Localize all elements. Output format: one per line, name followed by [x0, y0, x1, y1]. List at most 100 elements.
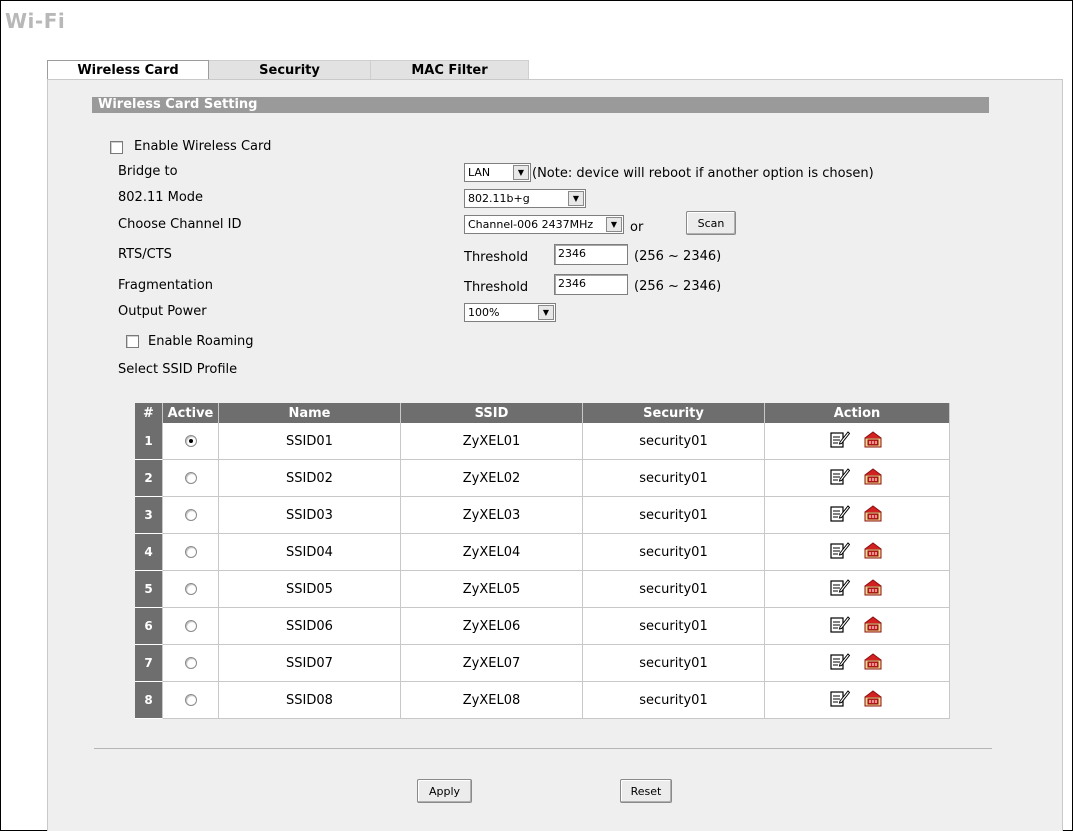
col-active-header: Active	[163, 403, 219, 423]
reset-button[interactable]: Reset	[620, 779, 672, 803]
table-row: 5 SSID05 ZyXEL05 security01	[135, 571, 950, 608]
apply-button[interactable]: Apply	[417, 779, 472, 803]
table-row: 1 SSID01 ZyXEL01 security01	[135, 423, 950, 460]
delete-icon[interactable]	[862, 652, 884, 674]
chevron-down-icon: ▼	[538, 305, 554, 320]
active-radio[interactable]	[184, 546, 197, 558]
frag-threshold-label: Threshold	[464, 280, 529, 295]
row-name: SSID06	[219, 608, 401, 645]
bridge-to-value: LAN	[468, 166, 491, 179]
edit-icon[interactable]	[830, 615, 851, 637]
row-number: 3	[135, 497, 163, 534]
row-number: 5	[135, 571, 163, 608]
row-ssid: ZyXEL01	[401, 423, 583, 460]
divider	[94, 748, 992, 749]
active-radio[interactable]	[184, 583, 197, 595]
frag-range: (256 ~ 2346)	[634, 279, 722, 294]
bridge-to-select[interactable]: LAN ▼	[464, 163, 531, 182]
output-power-select[interactable]: 100% ▼	[464, 303, 556, 322]
row-ssid: ZyXEL05	[401, 571, 583, 608]
enable-roaming-checkbox[interactable]	[126, 335, 139, 348]
edit-icon[interactable]	[830, 504, 851, 526]
col-num-header: #	[135, 403, 163, 423]
row-active-cell	[163, 608, 219, 645]
edit-icon[interactable]	[830, 652, 851, 674]
edit-icon[interactable]	[830, 578, 851, 600]
row-name: SSID03	[219, 497, 401, 534]
tab-bar: Wireless Card Security MAC Filter	[47, 60, 529, 80]
row-number: 2	[135, 460, 163, 497]
output-power-value: 100%	[468, 306, 500, 319]
channel-select[interactable]: Channel-006 2437MHz ▼	[464, 215, 624, 234]
tab-mac-filter[interactable]: MAC Filter	[371, 60, 529, 80]
frag-threshold-input[interactable]: 2346	[554, 274, 628, 295]
row-action-cell	[765, 423, 950, 460]
fragmentation-label: Fragmentation	[118, 278, 213, 293]
mode-value: 802.11b+g	[468, 192, 530, 205]
edit-icon[interactable]	[830, 689, 851, 711]
rts-cts-label: RTS/CTS	[118, 247, 172, 262]
row-security: security01	[583, 534, 765, 571]
table-header-row: # Active Name SSID Security Action	[135, 403, 950, 423]
delete-icon[interactable]	[862, 504, 884, 526]
scan-button[interactable]: Scan	[686, 211, 736, 235]
col-security-header: Security	[583, 403, 765, 423]
table-row: 4 SSID04 ZyXEL04 security01	[135, 534, 950, 571]
delete-icon[interactable]	[862, 689, 884, 711]
delete-icon[interactable]	[862, 467, 884, 489]
tab-security[interactable]: Security	[209, 60, 371, 80]
active-radio[interactable]	[184, 509, 197, 521]
bridge-to-note: (Note: device will reboot if another opt…	[532, 166, 874, 181]
row-active-cell	[163, 497, 219, 534]
active-radio[interactable]	[184, 435, 197, 447]
active-radio[interactable]	[184, 694, 197, 706]
row-number: 4	[135, 534, 163, 571]
bridge-to-label: Bridge to	[118, 164, 178, 179]
row-number: 7	[135, 645, 163, 682]
col-ssid-header: SSID	[401, 403, 583, 423]
section-header: Wireless Card Setting	[92, 97, 989, 113]
row-ssid: ZyXEL06	[401, 608, 583, 645]
row-active-cell	[163, 534, 219, 571]
delete-icon[interactable]	[862, 615, 884, 637]
row-name: SSID07	[219, 645, 401, 682]
table-row: 2 SSID02 ZyXEL02 security01	[135, 460, 950, 497]
chevron-down-icon: ▼	[606, 217, 622, 232]
wifi-config-page: Wi-Fi Wireless Card Security MAC Filter …	[0, 0, 1073, 831]
delete-icon[interactable]	[862, 430, 884, 452]
select-ssid-profile-label: Select SSID Profile	[118, 362, 238, 377]
mode-select[interactable]: 802.11b+g ▼	[464, 189, 586, 208]
active-radio[interactable]	[184, 620, 197, 632]
chevron-down-icon: ▼	[568, 191, 584, 206]
row-name: SSID01	[219, 423, 401, 460]
edit-icon[interactable]	[830, 467, 851, 489]
rts-range: (256 ~ 2346)	[634, 249, 722, 264]
enable-wireless-card-checkbox[interactable]	[110, 141, 123, 154]
page-title: Wi-Fi	[5, 9, 66, 33]
col-name-header: Name	[219, 403, 401, 423]
table-row: 3 SSID03 ZyXEL03 security01	[135, 497, 950, 534]
tab-wireless-card[interactable]: Wireless Card	[47, 60, 209, 80]
active-radio[interactable]	[184, 657, 197, 669]
table-row: 7 SSID07 ZyXEL07 security01	[135, 645, 950, 682]
row-security: security01	[583, 497, 765, 534]
mode-label: 802.11 Mode	[118, 190, 204, 205]
chevron-down-icon: ▼	[513, 165, 529, 180]
row-action-cell	[765, 608, 950, 645]
row-name: SSID02	[219, 460, 401, 497]
row-ssid: ZyXEL03	[401, 497, 583, 534]
channel-value: Channel-006 2437MHz	[468, 218, 594, 231]
rts-threshold-input[interactable]: 2346	[554, 244, 628, 265]
edit-icon[interactable]	[830, 430, 851, 452]
row-action-cell	[765, 534, 950, 571]
edit-icon[interactable]	[830, 541, 851, 563]
row-name: SSID05	[219, 571, 401, 608]
active-radio[interactable]	[184, 472, 197, 484]
output-power-label: Output Power	[118, 304, 207, 319]
enable-wireless-card-label: Enable Wireless Card	[134, 139, 272, 154]
delete-icon[interactable]	[862, 578, 884, 600]
row-security: security01	[583, 571, 765, 608]
row-action-cell	[765, 682, 950, 719]
row-ssid: ZyXEL04	[401, 534, 583, 571]
delete-icon[interactable]	[862, 541, 884, 563]
